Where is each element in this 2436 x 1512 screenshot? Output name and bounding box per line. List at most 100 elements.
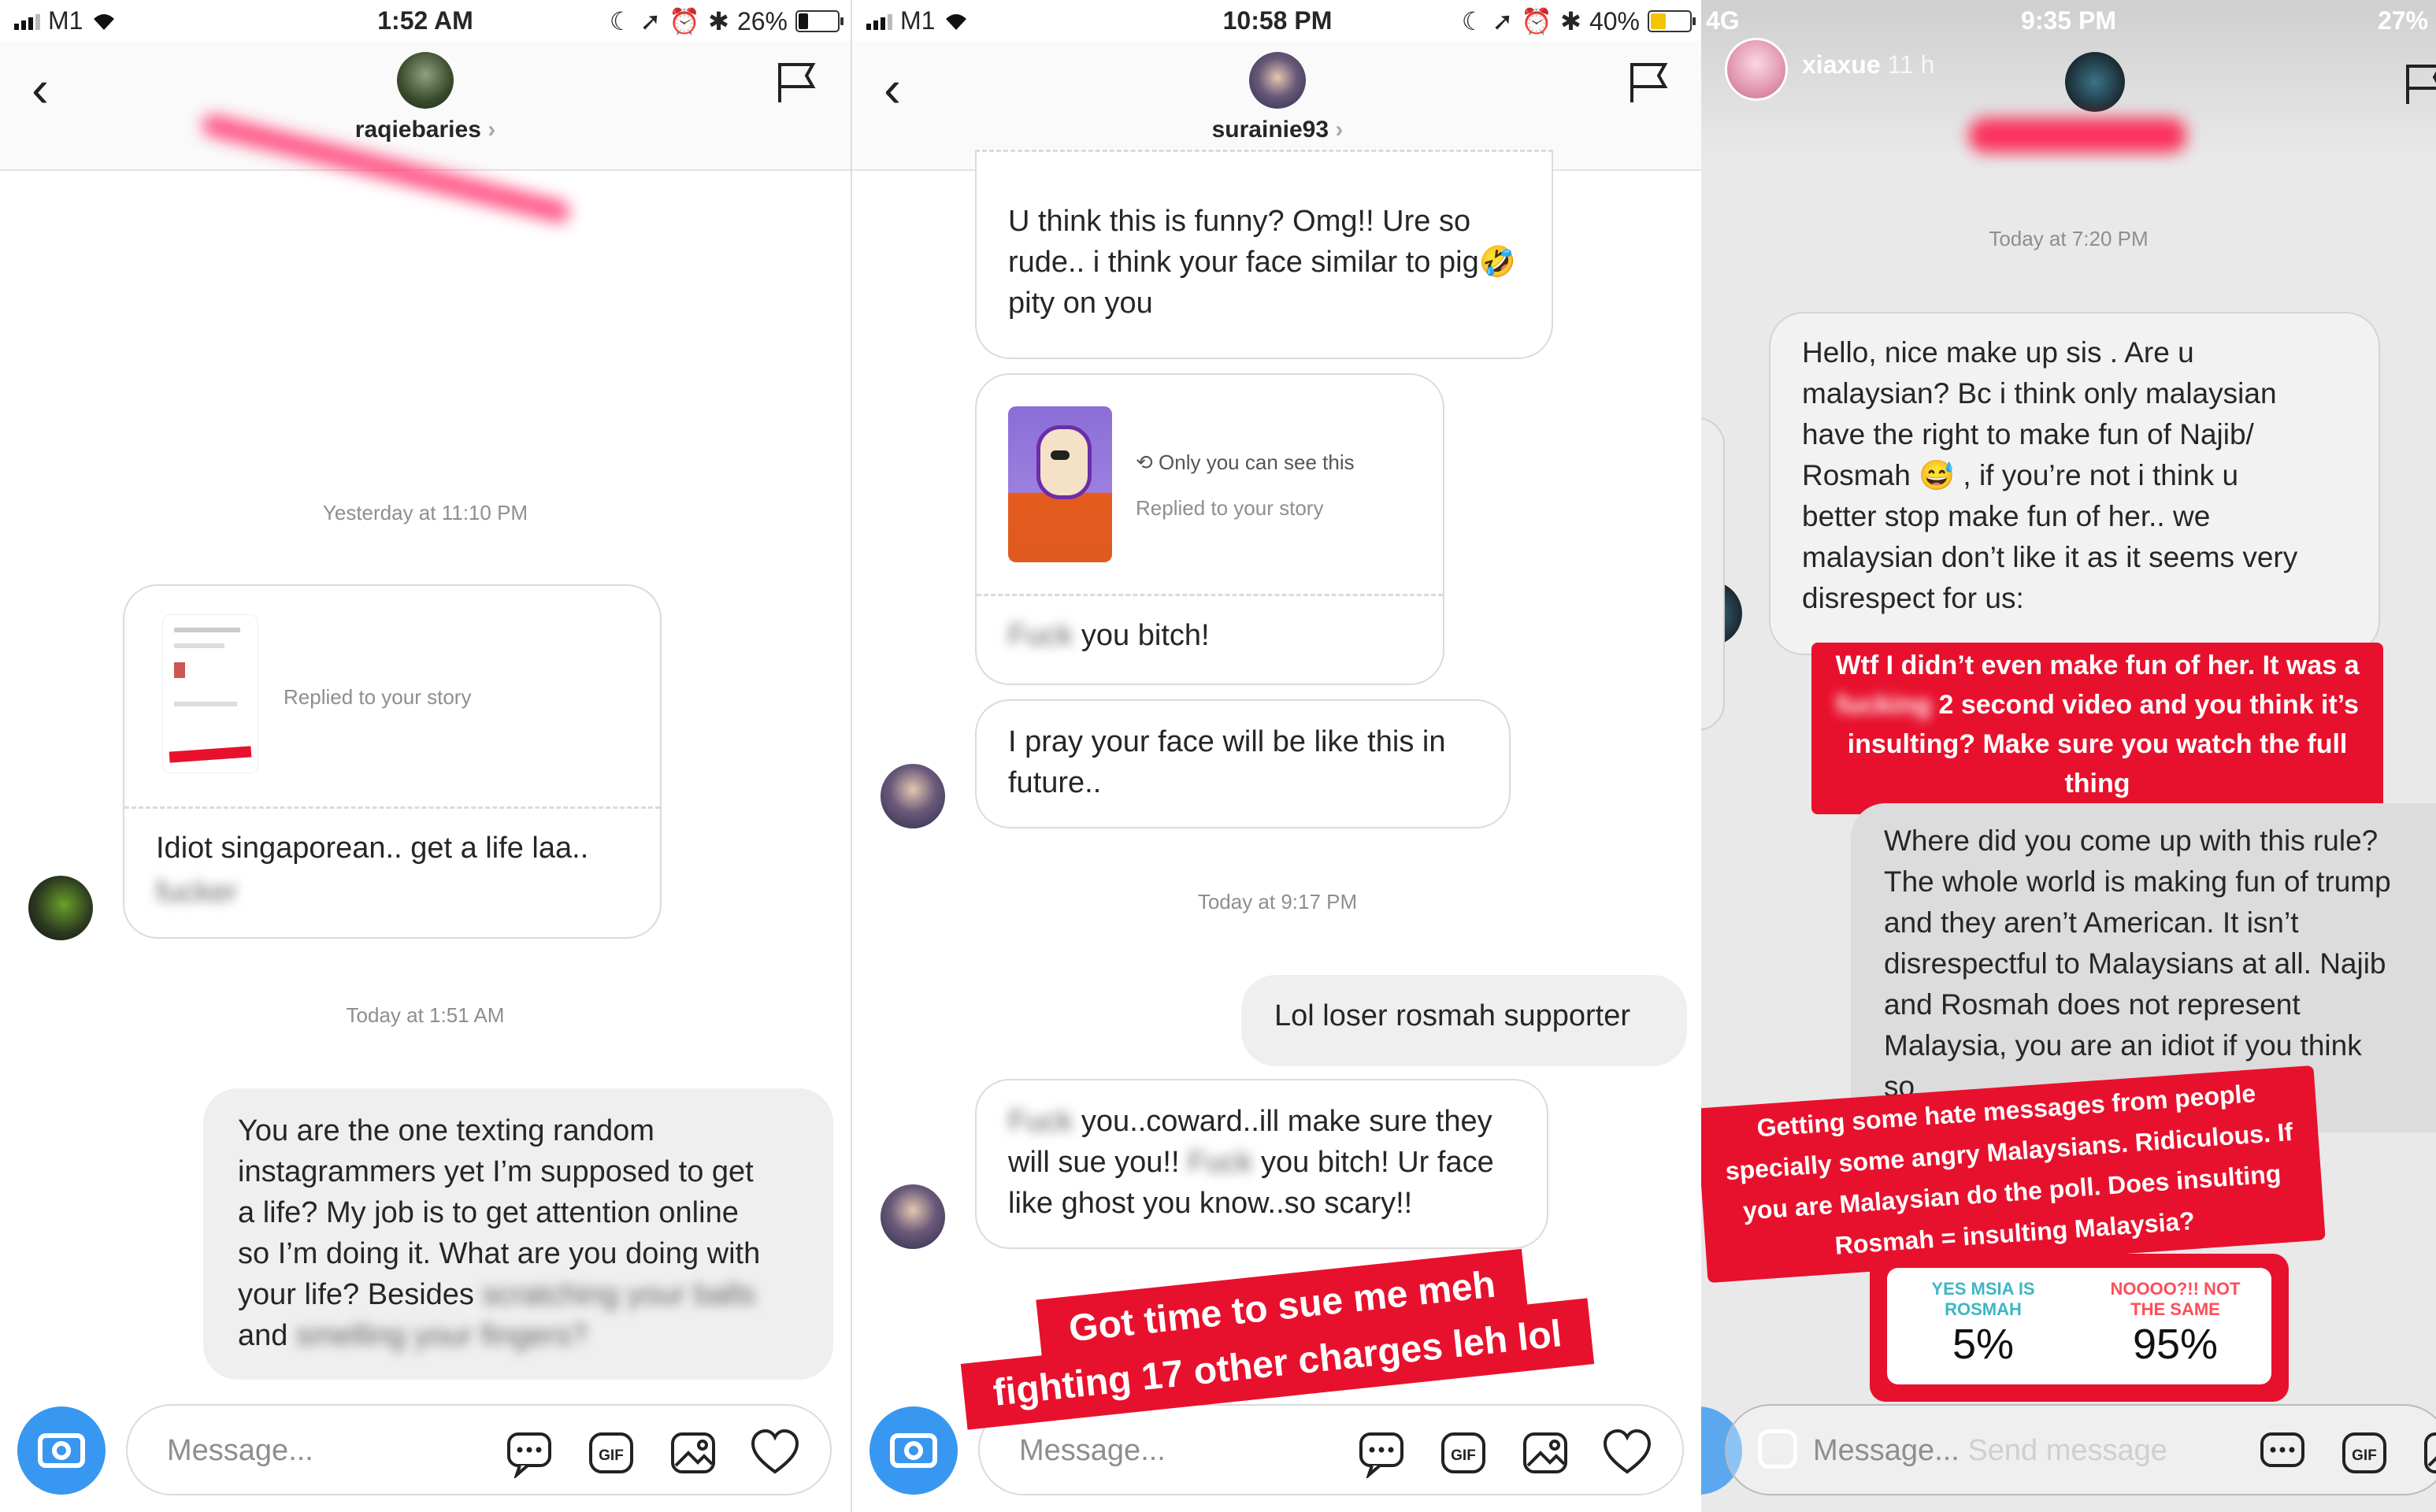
image-icon[interactable] <box>1520 1428 1570 1478</box>
received-message-bubble[interactable]: I pray your face will be like this in fu… <box>975 699 1511 828</box>
message-line: The whole world is making fun of trump <box>1884 865 2391 898</box>
flag-icon[interactable] <box>777 61 816 104</box>
message-line: your life? Besides scratching your balls <box>238 1278 755 1311</box>
message-composer[interactable]: Message... GIF <box>126 1404 832 1495</box>
replied-to-story-label: Replied to your story <box>284 685 472 709</box>
battery-percent: 40% <box>1589 6 1640 35</box>
moon-icon: ☾ <box>609 7 632 35</box>
message-line: Hello, nice make up sis . Are u <box>1802 336 2194 369</box>
battery-percent: 26% <box>736 6 788 35</box>
message-line: better stop make fun of her.. we <box>1802 500 2211 532</box>
message-input[interactable]: Message... <box>1813 1434 1960 1467</box>
poll-option-no[interactable]: NOOOO?!! NOT THE SAME 95% <box>2079 1268 2271 1384</box>
status-bar: M1 10:58 PM ☾ ➚ ⏰ ✱ 40% <box>852 0 1703 41</box>
send-message-input[interactable]: Send message <box>1967 1434 2167 1467</box>
message-timestamp: Today at 9:17 PM <box>1197 890 1358 914</box>
screenshot-collage: M1 1:52 AM ☾ ➚ ⏰ ✱ 26% ‹ raqiebaries › Y… <box>0 0 2436 1512</box>
svg-text:GIF: GIF <box>599 1447 624 1464</box>
message-line: like ghost you know..so scary!! <box>1008 1187 1413 1220</box>
poll-percentage: 5% <box>1952 1321 2015 1368</box>
camera-button[interactable] <box>17 1406 106 1495</box>
message-line: Fuck you..coward..ill make sure they <box>1008 1105 1492 1138</box>
bluetooth-icon: ✱ <box>1560 7 1581 35</box>
gif-icon[interactable]: GIF <box>586 1428 636 1478</box>
thread-header: ‹ raqiebaries › <box>0 41 851 171</box>
gif-icon[interactable]: GIF <box>1438 1428 1489 1478</box>
message-line: pity on you <box>1008 287 1153 320</box>
story-reply-bubble[interactable]: Replied to your story Idiot singaporean.… <box>123 584 662 939</box>
reply-caption-sticker: Wtf I didn’t even make fun of her. It wa… <box>1811 643 2383 838</box>
story-user-avatar[interactable] <box>1725 38 1788 101</box>
sender-avatar[interactable] <box>881 764 945 828</box>
avatar[interactable] <box>2065 52 2125 112</box>
sender-avatar[interactable] <box>881 1184 945 1249</box>
message-line: Where did you come up with this rule? <box>1884 825 2379 857</box>
chat-bubble-icon[interactable] <box>1356 1428 1407 1478</box>
message-line: and Rosmah does not represent <box>1884 988 2301 1021</box>
message-line: malaysian? Bc i think only malaysian <box>1802 377 2277 410</box>
svg-text:GIF: GIF <box>1451 1447 1476 1464</box>
moon-icon: ☾ <box>1461 7 1485 35</box>
heart-icon[interactable] <box>1602 1428 1652 1478</box>
message-line: and they aren’t American. It isn’t <box>1884 906 2299 939</box>
message-line: Rosmah 😅 , if you’re not i think u <box>1802 459 2239 491</box>
gif-icon[interactable]: GIF <box>2339 1428 2390 1478</box>
thread-username[interactable]: raqiebaries › <box>0 117 851 143</box>
flag-icon[interactable] <box>2404 63 2436 106</box>
message-timestamp: Today at 1:51 AM <box>346 1003 505 1027</box>
sent-message-bubble[interactable]: Lol loser rosmah supporter <box>1241 975 1687 1066</box>
message-input[interactable]: Message... <box>167 1434 313 1468</box>
message-line: will sue you!! Fuck you bitch! Ur face <box>1008 1146 1494 1179</box>
avatar[interactable] <box>1249 52 1306 109</box>
poll-sticker[interactable]: YES MSIA IS ROSMAH 5% NOOOO?!! NOT THE SAM… <box>1887 1268 2271 1384</box>
message-timestamp: Yesterday at 11:10 PM <box>322 501 528 524</box>
poll-percentage: 95% <box>2132 1321 2219 1368</box>
camera-button[interactable] <box>869 1406 958 1495</box>
thread-username[interactable]: surainie93 › <box>852 117 1703 143</box>
message-composer[interactable]: Message... GIF <box>978 1404 1684 1495</box>
battery-icon <box>795 10 844 32</box>
alarm-icon: ⏰ <box>669 7 701 35</box>
message-line: a life? My job is to get attention onlin… <box>238 1196 739 1229</box>
message-line: instagrammers yet I’m supposed to get <box>238 1155 754 1188</box>
svg-text:GIF: GIF <box>2352 1447 2377 1464</box>
clock: 9:35 PM <box>2021 6 2116 35</box>
avatar[interactable] <box>397 52 454 109</box>
blurred-text: fucker <box>156 876 238 909</box>
message-line: U think this is funny? Omg!! Ure so <box>1008 205 1471 238</box>
partial-bubble <box>1701 417 1725 731</box>
story-thumbnail[interactable] <box>162 614 258 773</box>
received-message-bubble[interactable]: Hello, nice make up sis . Are u malaysia… <box>1769 312 2380 655</box>
replied-to-story-label: Replied to your story <box>1136 496 1324 520</box>
redaction-scribble <box>1969 118 2186 153</box>
bluetooth-icon: ✱ <box>708 7 729 35</box>
history-icon: ⟲ <box>1136 450 1153 474</box>
poll-option-yes[interactable]: YES MSIA IS ROSMAH 5% <box>1887 1268 2079 1384</box>
chat-bubble-icon[interactable] <box>2257 1428 2308 1478</box>
message-line: disrespect for us: <box>1802 582 2024 614</box>
received-message-bubble[interactable]: Fuck you..coward..ill make sure they wil… <box>975 1079 1548 1249</box>
message-line: malaysian don’t like it as it seems very <box>1802 541 2298 573</box>
message-input[interactable]: Message... <box>1019 1434 1166 1468</box>
battery-icon <box>1648 10 1696 32</box>
back-chevron-icon[interactable]: ‹ <box>32 58 49 118</box>
battery-percent: 27% <box>2377 6 2428 35</box>
received-message-bubble[interactable]: U think this is funny? Omg!! Ure so rude… <box>975 150 1553 359</box>
sent-message-bubble[interactable]: You are the one texting random instagram… <box>203 1088 833 1380</box>
story-thumbnail[interactable] <box>1008 406 1112 562</box>
story-reply-bubble[interactable]: ⟲ Only you can see this Replied to your … <box>975 373 1444 685</box>
chat-bubble-icon[interactable] <box>504 1428 554 1478</box>
message-line: Malaysia, you are an idiot if you think <box>1884 1029 2362 1062</box>
message-composer[interactable]: Message... Send message GIF <box>1725 1404 2436 1495</box>
image-icon[interactable] <box>2421 1428 2436 1478</box>
sender-avatar[interactable] <box>28 876 93 940</box>
image-icon[interactable] <box>668 1428 718 1478</box>
story-username[interactable]: xiaxue 11 h <box>1802 50 1934 80</box>
message-timestamp: Today at 7:20 PM <box>1989 227 2149 250</box>
message-line: disrespectful to Malaysians at all. Naji… <box>1884 947 2386 980</box>
back-chevron-icon[interactable]: ‹ <box>884 58 901 118</box>
heart-icon[interactable] <box>750 1428 800 1478</box>
divider <box>124 806 660 809</box>
location-icon: ➚ <box>640 7 662 35</box>
flag-icon[interactable] <box>1629 61 1668 104</box>
